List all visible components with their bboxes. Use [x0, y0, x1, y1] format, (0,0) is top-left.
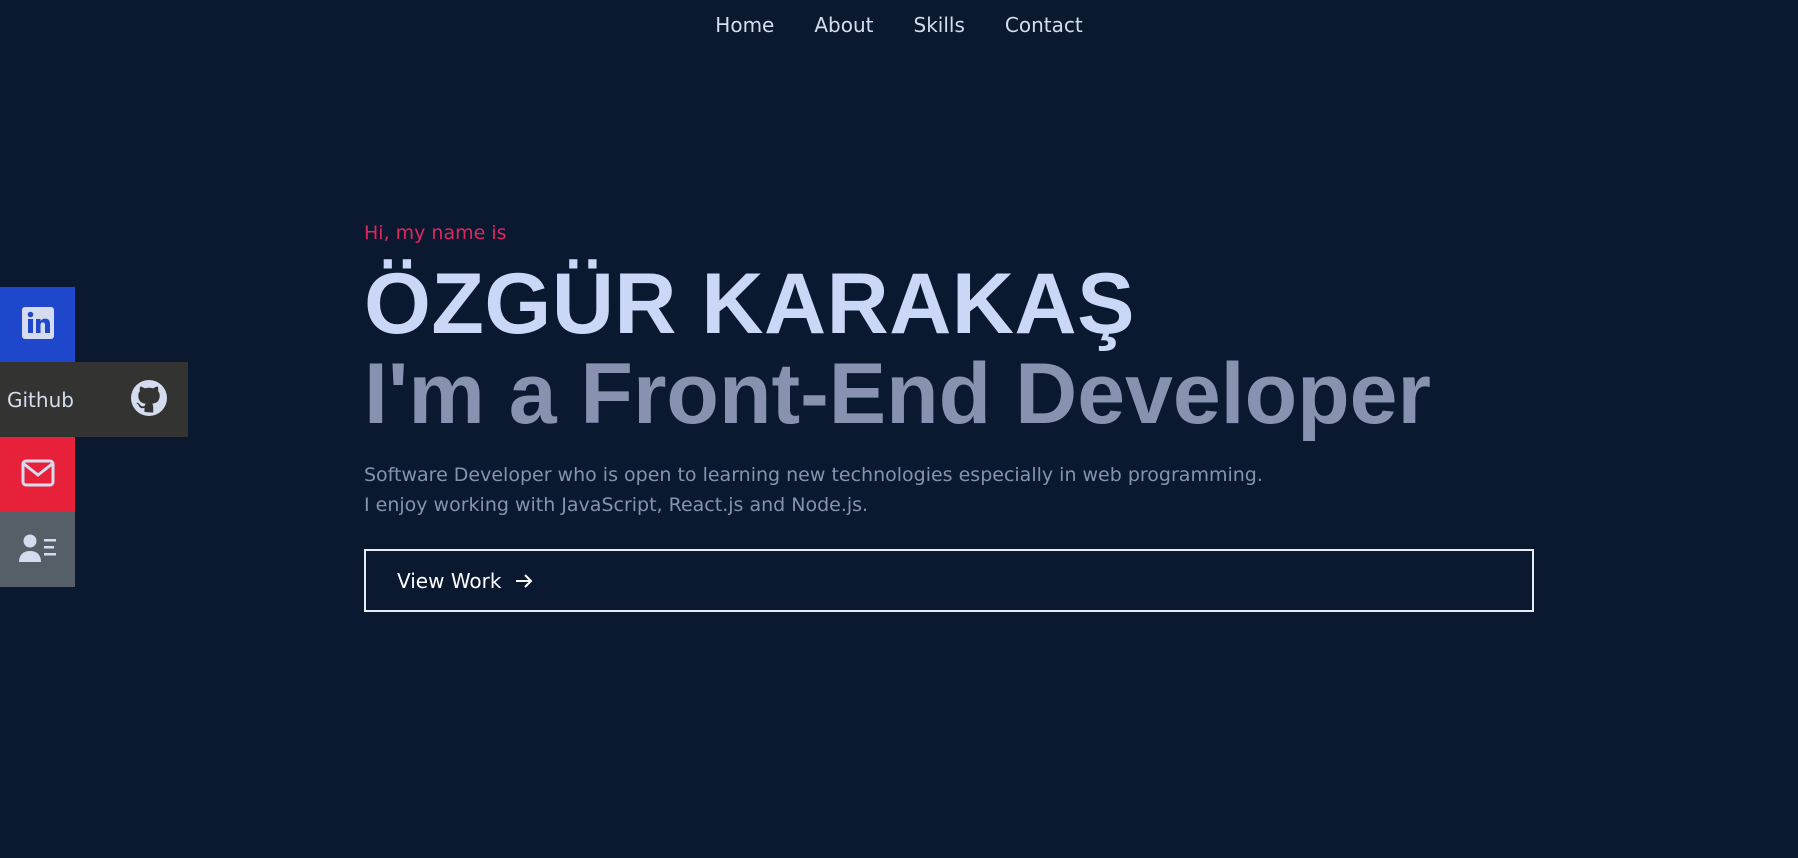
hero-name: ÖZGÜR KARAKAŞ — [364, 256, 1135, 352]
greeting-text: Hi, my name is — [364, 222, 507, 244]
view-work-label: View Work — [397, 568, 502, 593]
nav-contact-link[interactable]: Contact — [1005, 13, 1083, 37]
description-line-2: I enjoy working with JavaScript, React.j… — [364, 494, 869, 516]
linkedin-icon — [21, 306, 55, 344]
social-sidebar: Github — [0, 287, 188, 587]
github-icon — [130, 379, 168, 421]
arrow-right-icon — [515, 569, 533, 593]
hero-description: Software Developer who is open to learni… — [364, 460, 1263, 520]
nav-home-link[interactable]: Home — [715, 13, 774, 37]
mail-link[interactable] — [0, 437, 75, 512]
nav-skills-link[interactable]: Skills — [914, 13, 965, 37]
main-nav: Home About Skills Contact — [0, 0, 1798, 50]
resume-icon — [18, 532, 58, 568]
linkedin-link[interactable] — [0, 287, 75, 362]
github-label: Github — [7, 387, 74, 412]
description-line-1: Software Developer who is open to learni… — [364, 464, 1263, 486]
nav-about-link[interactable]: About — [814, 13, 873, 37]
resume-link[interactable] — [0, 512, 75, 587]
github-link[interactable]: Github — [0, 362, 188, 437]
mail-icon — [21, 459, 55, 491]
hero-role: I'm a Front-End Developer — [364, 346, 1431, 442]
view-work-button[interactable]: View Work — [364, 549, 1534, 612]
